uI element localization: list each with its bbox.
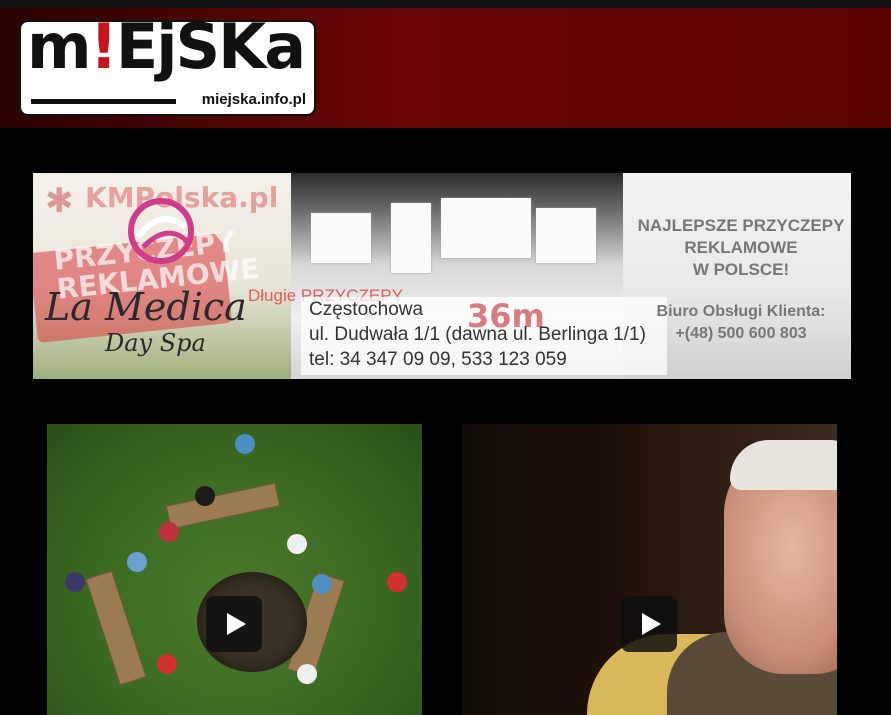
top-bar	[0, 0, 891, 8]
logo-url: miejska.info.pl	[201, 91, 306, 108]
person	[235, 434, 255, 454]
site-logo[interactable]: m!EjSKa miejska.info.pl	[19, 20, 316, 116]
person	[297, 664, 317, 684]
ad-banner[interactable]: ✱ KMPolska.pl PRZYCZEPY REKLAMOWE La Med…	[33, 173, 851, 379]
person	[195, 486, 215, 506]
person	[65, 572, 85, 592]
video-thumbnail-1[interactable]	[47, 424, 422, 715]
bench	[85, 570, 147, 686]
la-medica-logo-icon	[128, 198, 194, 264]
gear-icon: ✱	[45, 182, 74, 220]
person	[387, 572, 407, 592]
person	[127, 552, 147, 572]
banner-size-text: 36m	[467, 297, 545, 335]
person-hair	[730, 440, 837, 490]
logo-wordmark: m!EjSKa	[27, 20, 306, 83]
play-icon[interactable]	[206, 596, 262, 652]
address-line: tel: 34 347 09 09, 533 123 059	[309, 349, 567, 370]
banner-right-contact: Biuro Obsługi Klienta: +(48) 500 600 803	[656, 303, 826, 342]
logo-underline	[31, 99, 176, 104]
play-icon[interactable]	[621, 596, 677, 652]
person	[312, 574, 332, 594]
bench	[165, 482, 281, 530]
person	[287, 534, 307, 554]
site-header: m!EjSKa miejska.info.pl	[0, 8, 891, 128]
banner-brand-name: La Medica	[45, 285, 247, 329]
video-thumbnail-2[interactable]	[462, 424, 837, 715]
banner-brand-tagline: Day Spa	[105, 329, 206, 357]
banner-right-headline: NAJLEPSZE PRZYCZEPY REKLAMOWE W POLSCE!	[637, 216, 845, 279]
person	[159, 522, 179, 542]
person	[157, 654, 177, 674]
